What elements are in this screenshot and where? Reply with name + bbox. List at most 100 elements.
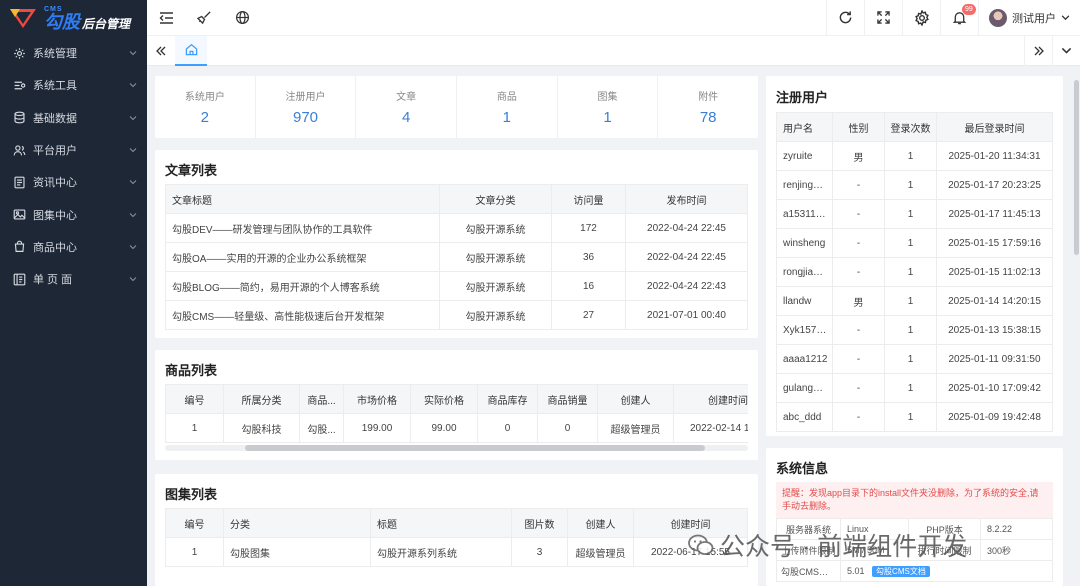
sidebar-item-label: 系统工具 — [33, 80, 77, 93]
table-cell: 超级管理员 — [567, 537, 634, 567]
table-cell: 勾股开源系列系统 — [370, 537, 512, 567]
column-header[interactable]: 创建时间 — [673, 384, 748, 414]
stat-registered-users[interactable]: 注册用户 970 — [256, 76, 357, 138]
stat-goods[interactable]: 商品 1 — [457, 76, 558, 138]
table-cell: 1 — [884, 170, 937, 200]
collapse-sidebar-button[interactable] — [147, 0, 185, 36]
stat-value: 1 — [502, 109, 512, 126]
table-row[interactable]: 1 勾股图集 勾股开源系列系统 3 超级管理员 2022-06-17 15:55 — [165, 537, 748, 567]
stat-galleries[interactable]: 图集 1 — [558, 76, 659, 138]
column-header[interactable]: 访问量 — [551, 184, 626, 214]
table-row[interactable]: renjinghua -1 2025-01-17 20:23:25 — [776, 170, 1053, 200]
column-header[interactable]: 登录次数 — [884, 112, 937, 142]
stat-label: 文章 — [396, 92, 417, 103]
column-header[interactable]: 标题 — [370, 508, 512, 538]
table-row[interactable]: 勾股DEV——研发管理与团队协作的工具软件 勾股开源系统 172 2022-04-24… — [165, 213, 748, 243]
table-row[interactable]: 勾股OA——实用的开源的企业办公系统框架 勾股开源系统 36 2022-04-24 2… — [165, 242, 748, 272]
column-header[interactable]: 商品销量 — [537, 384, 598, 414]
column-header[interactable]: 商品... — [299, 384, 344, 414]
column-header[interactable]: 文章标题 — [165, 184, 440, 214]
horizontal-scrollbar[interactable] — [165, 445, 748, 451]
stat-system-users[interactable]: 系统用户 2 — [155, 76, 256, 138]
column-header[interactable]: 创建人 — [567, 508, 634, 538]
table-row[interactable]: winsheng -1 2025-01-15 17:59:16 — [776, 228, 1053, 258]
table-row[interactable]: 勾股BLOG——简约，易用开源的个人博客系统 勾股开源系统 16 2022-04-24… — [165, 271, 748, 301]
tab-scroll-right-button[interactable] — [1024, 35, 1052, 66]
table-row[interactable]: Xyk1571... -1 2025-01-13 15:38:15 — [776, 315, 1053, 345]
table-row[interactable]: aaaa1212-1 2025-01-11 09:31:50 — [776, 344, 1053, 374]
table-row[interactable]: a153112... -1 2025-01-17 11:45:13 — [776, 199, 1053, 229]
chevron-down-icon — [129, 277, 137, 282]
column-header[interactable]: 实际价格 — [410, 384, 478, 414]
column-header[interactable]: 商品库存 — [477, 384, 538, 414]
column-header[interactable]: 市场价格 — [343, 384, 411, 414]
table-cell: llandw — [776, 286, 833, 316]
column-header[interactable]: 编号 — [165, 508, 224, 538]
logo-mark-icon — [8, 6, 38, 30]
cms-docs-button[interactable]: 勾股CMS文档 — [872, 565, 930, 577]
scrollbar-thumb[interactable] — [1074, 80, 1079, 255]
column-header[interactable]: 发布时间 — [625, 184, 748, 214]
column-header[interactable]: 文章分类 — [439, 184, 552, 214]
stat-label: 附件 — [698, 92, 719, 103]
column-header[interactable]: 用户名 — [776, 112, 833, 142]
settings-button[interactable] — [902, 0, 940, 36]
article-title-link[interactable]: 勾股DEV——研发管理与团队协作的工具软件 — [165, 213, 440, 243]
card-title: 注册用户 — [776, 90, 829, 105]
table-row[interactable]: llandw 男 1 2025-01-14 14:20:15 — [776, 286, 1053, 316]
tab-home[interactable] — [175, 35, 207, 66]
card-title: 图集列表 — [165, 487, 218, 502]
table-row[interactable]: gulang19... -1 2025-01-10 17:09:42 — [776, 373, 1053, 403]
refresh-button[interactable] — [826, 0, 864, 36]
page-vertical-scrollbar[interactable] — [1073, 66, 1080, 586]
column-header[interactable]: 所属分类 — [223, 384, 300, 414]
column-header[interactable]: 编号 — [165, 384, 224, 414]
globe-icon — [235, 10, 249, 25]
stat-articles[interactable]: 文章 4 — [356, 76, 458, 138]
chevron-down-icon — [129, 148, 137, 153]
table-cell: 1 — [884, 141, 937, 171]
column-header[interactable]: 创建人 — [597, 384, 674, 414]
article-title-link[interactable]: 勾股BLOG——简约，易用开源的个人博客系统 — [165, 271, 440, 301]
chevron-down-icon — [129, 180, 137, 185]
table-cell: 勾股科技 — [223, 413, 300, 443]
fullscreen-button[interactable] — [864, 0, 902, 36]
sidebar-item-platform-users[interactable]: 平台用户 — [0, 134, 147, 166]
logo-sub-text: 后台管理 — [82, 16, 131, 31]
stat-attachments[interactable]: 附件 78 — [658, 76, 758, 138]
table-row[interactable]: rongjiang... -1 2025-01-15 11:02:13 — [776, 257, 1053, 287]
column-header[interactable]: 图片数 — [511, 508, 568, 538]
table-cell: 1 — [884, 199, 937, 229]
sidebar-item-label: 资讯中心 — [33, 177, 77, 190]
sidebar-item-base-data[interactable]: 基础数据 — [0, 102, 147, 134]
table-cell: 2021-07-01 00:40 — [625, 300, 748, 330]
scrollbar-thumb[interactable] — [245, 445, 705, 451]
sidebar-item-system-tools[interactable]: 系统工具 — [0, 69, 147, 101]
website-button[interactable] — [223, 0, 261, 36]
clear-cache-button[interactable] — [185, 0, 223, 36]
tab-menu-button[interactable] — [1052, 35, 1080, 66]
sidebar-item-gallery-center[interactable]: 图集中心 — [0, 198, 147, 230]
table-row[interactable]: 勾股CMS——轻量级、高性能极速后台开发框架 勾股开源系统 27 2021-07-01… — [165, 300, 748, 330]
table-row[interactable]: 1 勾股科技 勾股... 199.00 99.00 0 0 超级管理员 2022… — [165, 413, 748, 443]
table-cell: 1 — [884, 286, 937, 316]
column-header[interactable]: 性别 — [832, 112, 885, 142]
sidebar-item-goods-center[interactable]: 商品中心 — [0, 231, 147, 263]
table-cell: 2025-01-11 09:31:50 — [936, 344, 1053, 374]
table-row[interactable]: zyruite 男 1 2025-01-20 11:34:31 — [776, 141, 1053, 171]
article-title-link[interactable]: 勾股OA——实用的开源的企业办公系统框架 — [165, 242, 440, 272]
column-header[interactable]: 最后登录时间 — [936, 112, 1053, 142]
sidebar-item-system-manage[interactable]: 系统管理 — [0, 37, 147, 69]
sidebar-item-single-page[interactable]: 单 页 面 — [0, 263, 147, 295]
notifications-button[interactable]: 99 — [940, 0, 978, 36]
table-row[interactable]: abc_ddd -1 2025-01-09 19:42:48 — [776, 402, 1053, 432]
table-cell: 2022-04-24 22:43 — [625, 271, 748, 301]
sidebar-item-news-center[interactable]: 资讯中心 — [0, 166, 147, 198]
article-title-link[interactable]: 勾股CMS——轻量级、高性能极速后台开发框架 — [165, 300, 440, 330]
chevron-down-icon — [129, 115, 137, 121]
table-cell: 1 — [884, 228, 937, 258]
user-menu[interactable]: 测试用户 — [978, 0, 1080, 36]
column-header[interactable]: 分类 — [223, 508, 371, 538]
logo[interactable]: CMS 勾股 后台管理 — [0, 0, 147, 36]
tab-scroll-left-button[interactable] — [147, 36, 175, 66]
